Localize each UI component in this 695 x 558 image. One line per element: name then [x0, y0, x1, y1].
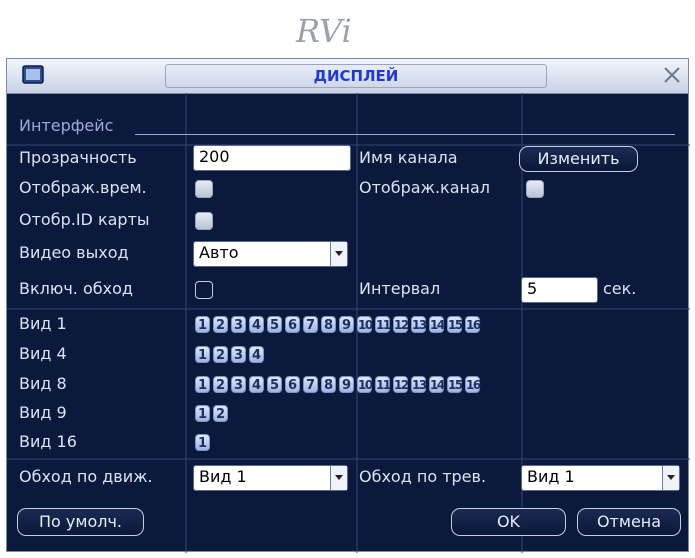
motion-tour-select[interactable]: Вид 1: [193, 465, 348, 491]
show-time-label: Отображ.врем.: [19, 178, 147, 197]
view-channel-button[interactable]: 5: [267, 376, 282, 393]
view-channel-row: 1: [195, 434, 213, 451]
view-channel-button[interactable]: 1: [195, 405, 210, 422]
close-icon[interactable]: [660, 63, 684, 87]
view-channel-row: 1 2 3 4 5 6 7 8 9 10 11 12 13 14 15 16: [195, 316, 483, 333]
view-channel-button[interactable]: 11: [375, 316, 391, 333]
view-channel-button[interactable]: 1: [195, 316, 210, 333]
view-channel-button[interactable]: 7: [303, 316, 318, 333]
edit-channel-name-button[interactable]: Изменить: [519, 146, 638, 172]
title-box: ДИСПЛЕЙ: [165, 64, 547, 88]
view-channel-button[interactable]: 3: [231, 376, 246, 393]
view-channel-button[interactable]: 4: [249, 376, 264, 393]
view-channel-button[interactable]: 2: [213, 346, 228, 363]
view-channel-button[interactable]: 12: [393, 376, 409, 393]
channel-name-label: Имя канала: [359, 148, 458, 167]
view-label: Вид 4: [19, 344, 67, 363]
view-channel-button[interactable]: 6: [285, 376, 300, 393]
window-title: ДИСПЛЕЙ: [313, 67, 399, 85]
view-channel-button[interactable]: 15: [447, 316, 463, 333]
view-channel-button[interactable]: 10: [357, 376, 373, 393]
view-label: Вид 8: [19, 374, 67, 393]
interval-unit: сек.: [603, 279, 637, 298]
chevron-down-icon[interactable]: [662, 466, 679, 490]
view-channel-button[interactable]: 1: [195, 434, 210, 451]
view-channel-row: 1234: [195, 346, 267, 363]
chevron-down-icon[interactable]: [330, 466, 347, 490]
show-channel-checkbox[interactable]: [526, 180, 544, 198]
display-monitor-icon: [22, 65, 44, 84]
display-settings-dialog: ДИСПЛЕЙ Интерфейс Прозрачность 200 Имя к…: [6, 58, 690, 553]
view-channel-button[interactable]: 9: [339, 316, 354, 333]
view-label: Вид 1: [19, 314, 67, 333]
show-time-checkbox[interactable]: [195, 180, 213, 198]
view-channel-button[interactable]: 16: [465, 316, 481, 333]
view-channel-row: 12: [195, 405, 231, 422]
view-channel-button[interactable]: 13: [411, 376, 427, 393]
view-channel-button[interactable]: 4: [249, 316, 264, 333]
view-channel-button[interactable]: 3: [231, 316, 246, 333]
interval-label: Интервал: [359, 279, 441, 298]
view-label: Вид 9: [19, 403, 67, 422]
view-channel-button[interactable]: 10: [357, 316, 373, 333]
view-channel-row: 1 2 3 4 5 6 7 8 9 10 11 12 13 14 15 16: [195, 376, 483, 393]
section-title: Интерфейс: [19, 116, 114, 135]
alarm-tour-value: Вид 1: [527, 467, 575, 486]
show-card-id-checkbox[interactable]: [195, 212, 213, 230]
cancel-button[interactable]: Отмена: [577, 508, 681, 536]
view-channel-button[interactable]: 3: [231, 346, 246, 363]
show-channel-label: Отображ.канал: [359, 178, 490, 197]
motion-tour-value: Вид 1: [199, 467, 247, 486]
transparency-input[interactable]: 200: [193, 145, 351, 171]
view-channel-button[interactable]: 14: [429, 376, 445, 393]
motion-tour-label: Обход по движ.: [19, 467, 153, 486]
view-label: Вид 16: [19, 432, 77, 451]
view-channel-button[interactable]: 2: [213, 316, 228, 333]
alarm-tour-label: Обход по трев.: [359, 467, 487, 486]
show-card-id-label: Отобр.ID карты: [19, 210, 150, 229]
interval-input[interactable]: 5: [521, 277, 598, 303]
view-channel-button[interactable]: 4: [249, 346, 264, 363]
view-channel-button[interactable]: 8: [321, 316, 336, 333]
view-channel-button[interactable]: 9: [339, 376, 354, 393]
video-out-value: Авто: [199, 243, 239, 262]
view-channel-button[interactable]: 12: [393, 316, 409, 333]
transparency-label: Прозрачность: [19, 148, 137, 167]
video-out-label: Видео выход: [19, 243, 129, 262]
view-channel-button[interactable]: 16: [465, 376, 481, 393]
tour-checkbox[interactable]: [195, 281, 213, 299]
logo-text: RVi: [295, 12, 352, 50]
view-channel-button[interactable]: 14: [429, 316, 445, 333]
alarm-tour-select[interactable]: Вид 1: [521, 465, 680, 491]
ok-button[interactable]: OK: [451, 508, 566, 536]
video-out-select[interactable]: Авто: [193, 241, 348, 267]
view-channel-button[interactable]: 6: [285, 316, 300, 333]
view-channel-button[interactable]: 7: [303, 376, 318, 393]
title-bar: ДИСПЛЕЙ: [7, 59, 688, 94]
view-channel-button[interactable]: 5: [267, 316, 282, 333]
tour-label: Включ. обход: [19, 279, 133, 298]
view-channel-button[interactable]: 11: [375, 376, 391, 393]
view-channel-button[interactable]: 15: [447, 376, 463, 393]
view-channel-button[interactable]: 1: [195, 346, 210, 363]
view-channel-button[interactable]: 2: [213, 405, 228, 422]
view-channel-button[interactable]: 13: [411, 316, 427, 333]
view-channel-button[interactable]: 8: [321, 376, 336, 393]
section-divider: [135, 134, 675, 135]
view-channel-button[interactable]: 1: [195, 376, 210, 393]
chevron-down-icon[interactable]: [330, 242, 347, 266]
default-button[interactable]: По умолч.: [17, 508, 144, 536]
view-channel-button[interactable]: 2: [213, 376, 228, 393]
rvi-logo: RVi: [295, 12, 352, 50]
